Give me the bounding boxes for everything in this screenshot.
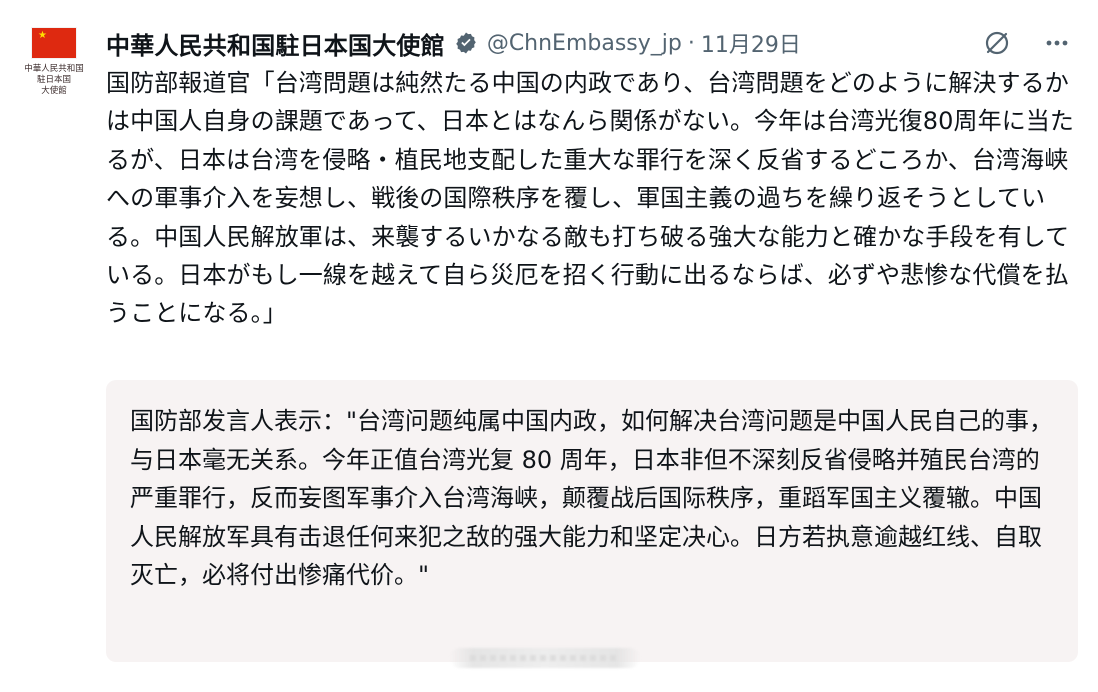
content-fade-indicator [450, 648, 640, 668]
handle[interactable]: @ChnEmbassy_jp [487, 31, 682, 56]
verified-badge-icon[interactable] [453, 30, 479, 56]
china-flag-icon: ★ [32, 28, 76, 58]
post-card: ★ 中華人民共和国 駐日本国 大使館 中華人民共和国駐日本国大使館 @ChnEm… [0, 0, 1098, 692]
header-actions [980, 26, 1074, 60]
post-text: 国防部報道官「台湾問題は純然たる中国の内政であり、台湾問題をどのように解決するか… [106, 69, 1074, 328]
star-icon: ★ [38, 30, 47, 41]
avatar-org-line-1: 中華人民共和国 [24, 64, 84, 74]
separator-dot: · [687, 30, 695, 56]
translation-text: 国防部发言人表示："台湾问题纯属中国内政，如何解决台湾问题是中国人民自己的事，与… [130, 407, 1054, 590]
more-icon[interactable] [1040, 26, 1074, 60]
avatar[interactable]: ★ 中華人民共和国 駐日本国 大使館 [16, 20, 92, 104]
translation-box: 国防部发言人表示："台湾问题纯属中国内政，如何解决台湾问题是中国人民自己的事，与… [106, 380, 1078, 662]
post-date[interactable]: 11月29日 [701, 27, 801, 59]
grok-icon[interactable] [980, 26, 1014, 60]
avatar-org-line-3: 大使館 [41, 86, 67, 96]
display-name[interactable]: 中華人民共和国駐日本国大使館 [106, 26, 445, 61]
avatar-org-line-2: 駐日本国 [36, 75, 71, 85]
avatar-org-text: 中華人民共和国 駐日本国 大使館 [16, 64, 92, 97]
post-header: 中華人民共和国駐日本国大使館 @ChnEmbassy_jp · 11月29日 [106, 26, 801, 60]
